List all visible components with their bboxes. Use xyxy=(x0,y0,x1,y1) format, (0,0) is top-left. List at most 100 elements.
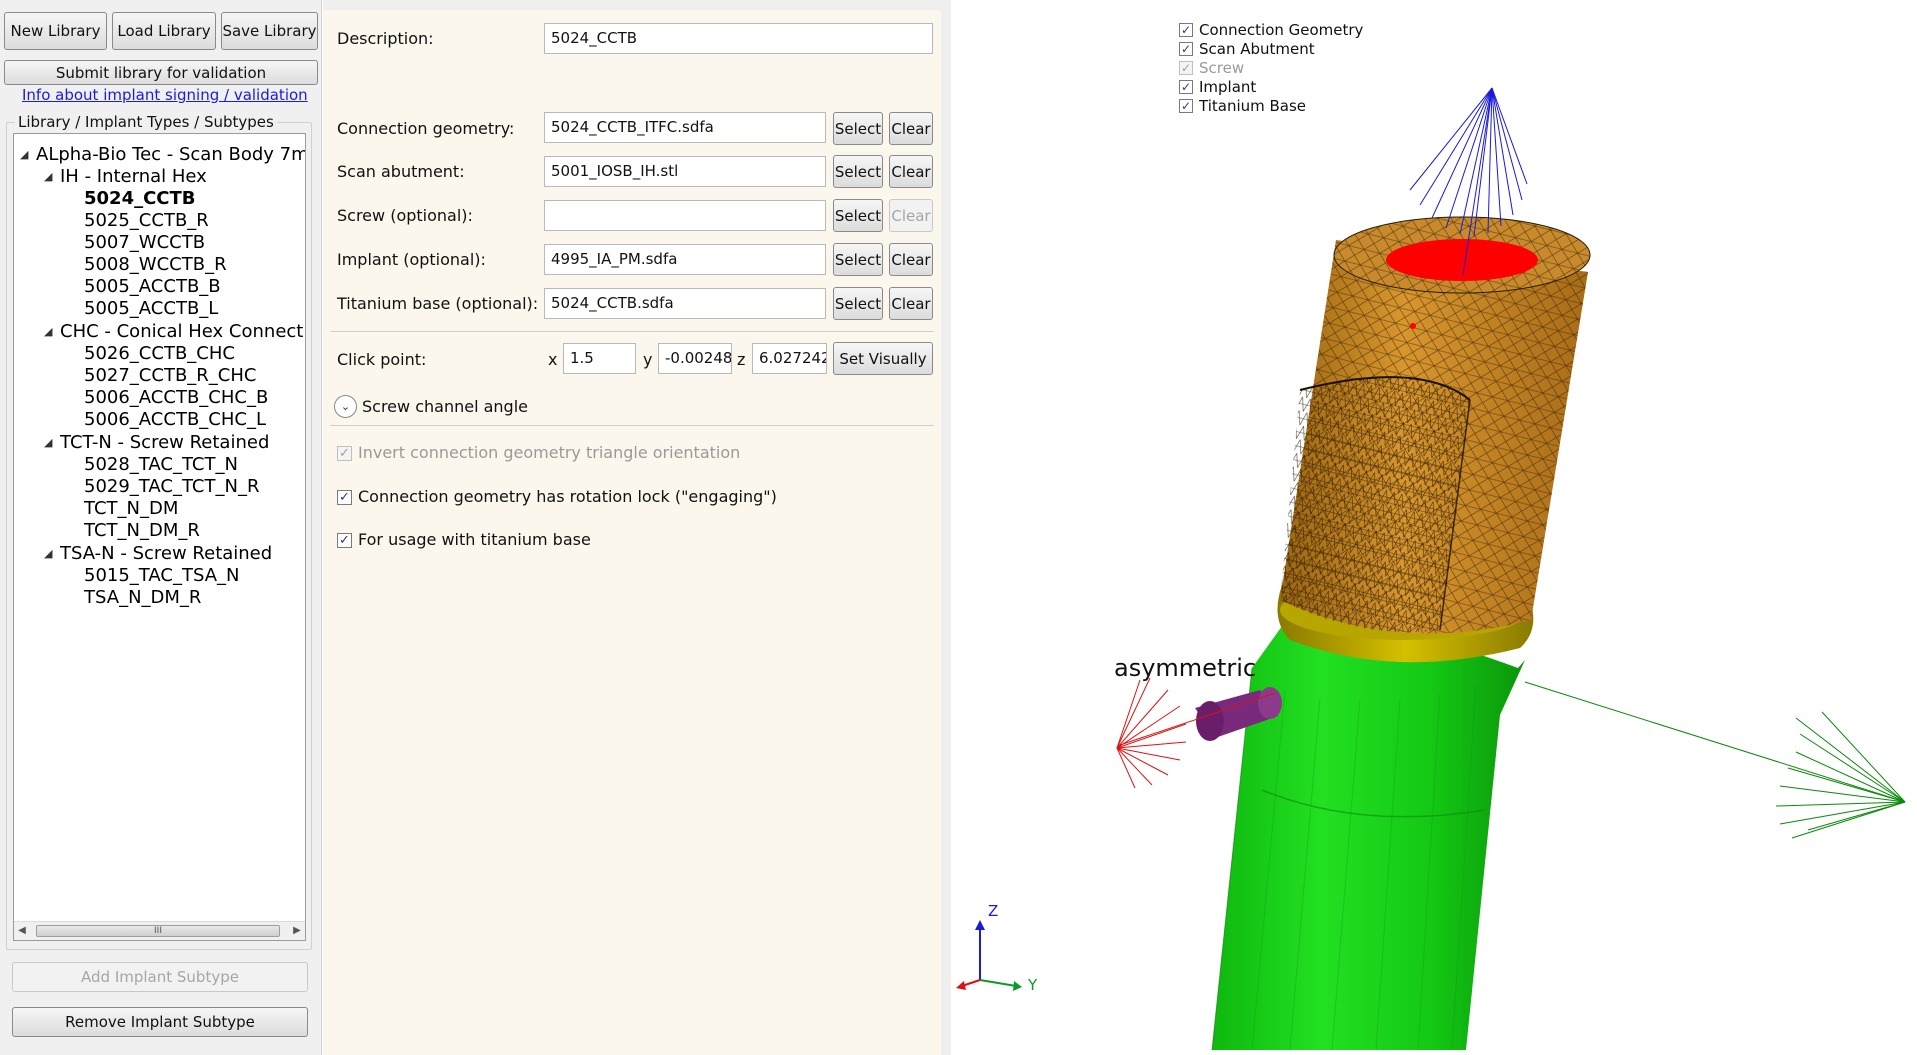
scan-abutment-field[interactable]: 5001_IOSB_IH.stl xyxy=(544,156,826,187)
remove-implant-subtype-button[interactable]: Remove Implant Subtype xyxy=(12,1007,308,1037)
new-library-button[interactable]: New Library xyxy=(4,12,107,50)
green-direction-fan xyxy=(1775,711,1906,839)
visibility-label: Titanium Base xyxy=(1199,97,1307,115)
z-axis-label: Z xyxy=(988,902,998,920)
connection-geometry-select-button[interactable]: Select xyxy=(833,112,883,145)
connection-geometry-clear-button[interactable]: Clear xyxy=(889,112,933,145)
chevron-down-icon[interactable]: ⌄ xyxy=(334,395,357,418)
tree-subtype[interactable]: 5026_CCTB_CHC xyxy=(84,343,235,365)
tree-subtype[interactable]: 5007_WCCTB xyxy=(84,232,205,254)
screw-field[interactable] xyxy=(544,200,826,231)
visibility-label: Connection Geometry xyxy=(1199,21,1364,39)
collapse-icon[interactable]: ◢ xyxy=(44,543,56,565)
invert-orientation-checkbox[interactable]: ✓ xyxy=(337,446,352,461)
tree-type-chc[interactable]: CHC - Conical Hex Connection xyxy=(60,321,305,343)
panel-top-gap xyxy=(323,0,941,10)
rotation-lock-label: Connection geometry has rotation lock ("… xyxy=(358,487,777,506)
collapse-icon[interactable]: ◢ xyxy=(44,166,56,188)
implant-model[interactable] xyxy=(1211,619,1525,1051)
screw-clear-button[interactable]: Clear xyxy=(889,199,933,232)
add-implant-subtype-button[interactable]: Add Implant Subtype xyxy=(12,962,308,992)
set-visually-button[interactable]: Set Visually xyxy=(833,342,933,375)
titanium-base-clear-button[interactable]: Clear xyxy=(889,287,933,320)
scan-abutment-select-button[interactable]: Select xyxy=(833,155,883,188)
visibility-checkbox[interactable]: ✓ xyxy=(1179,61,1193,75)
scan-abutment-clear-button[interactable]: Clear xyxy=(889,155,933,188)
titanium-base-field[interactable]: 5024_CCTB.sdfa xyxy=(544,288,826,319)
rotation-lock-checkbox[interactable]: ✓ xyxy=(337,490,352,505)
titanium-base-usage-label: For usage with titanium base xyxy=(358,530,591,549)
titanium-base-select-button[interactable]: Select xyxy=(833,287,883,320)
tree-subtype[interactable]: TSA_N_DM_R xyxy=(84,587,201,609)
description-label: Description: xyxy=(337,29,434,48)
info-signing-link[interactable]: Info about implant signing / validation xyxy=(22,86,308,104)
scroll-left-icon[interactable]: ◀ xyxy=(14,922,30,940)
tree-subtype[interactable]: 5008_WCCTB_R xyxy=(84,254,227,276)
tree-subtype[interactable]: TCT_N_DM xyxy=(84,498,178,520)
implant-select-button[interactable]: Select xyxy=(833,243,883,276)
visibility-label: Screw xyxy=(1199,59,1245,77)
red-direction-fan xyxy=(1116,677,1187,789)
visibility-checkbox[interactable]: ✓ xyxy=(1179,80,1193,94)
tree-subtype[interactable]: 5006_ACCTB_CHC_B xyxy=(84,387,268,409)
implant-clear-button[interactable]: Clear xyxy=(889,243,933,276)
titanium-base-label: Titanium base (optional): xyxy=(337,294,539,313)
tree-horizontal-scrollbar[interactable]: ◀ III ▶ xyxy=(14,921,305,940)
tree-subtype[interactable]: 5025_CCTB_R xyxy=(84,210,209,232)
library-tree[interactable]: ◢ ALpha-Bio Tec - Scan Body 7mm ◢ IH - I… xyxy=(13,133,306,941)
tree-subtype[interactable]: 5027_CCTB_R_CHC xyxy=(84,365,256,387)
tree-subtype[interactable]: 5028_TAC_TCT_N xyxy=(84,454,238,476)
screw-channel-angle-expander[interactable]: Screw channel angle xyxy=(362,397,528,416)
implant-label: Implant (optional): xyxy=(337,250,486,269)
x-label: x xyxy=(548,350,558,369)
connection-geometry-model[interactable] xyxy=(1386,239,1538,281)
click-point-y-field[interactable]: -0.00248 xyxy=(658,343,732,374)
tree-subtype[interactable]: TCT_N_DM_R xyxy=(84,520,200,542)
z-label: z xyxy=(737,350,746,369)
submit-library-button[interactable]: Submit library for validation xyxy=(4,60,318,85)
tree-subtype[interactable]: 5005_ACCTB_L xyxy=(84,298,218,320)
description-field[interactable]: 5024_CCTB xyxy=(544,23,933,54)
tree-type-tsa-n[interactable]: TSA-N - Screw Retained xyxy=(60,543,272,565)
tree-subtype[interactable]: 5006_ACCTB_CHC_L xyxy=(84,409,266,431)
library-panel: New Library Load Library Save Library Su… xyxy=(0,0,322,1055)
collapse-icon[interactable]: ◢ xyxy=(44,321,56,343)
tree-subtype[interactable]: 5015_TAC_TSA_N xyxy=(84,565,240,587)
tree-type-tct-n[interactable]: TCT-N - Screw Retained xyxy=(60,432,269,454)
y-label: y xyxy=(643,350,653,369)
click-point-label: Click point: xyxy=(337,350,427,369)
axis-triad xyxy=(956,920,1022,991)
tree-subtype[interactable]: 5029_TAC_TCT_N_R xyxy=(84,476,259,498)
asymmetric-annotation: asymmetric xyxy=(1114,654,1257,682)
collapse-icon[interactable]: ◢ xyxy=(20,144,32,166)
panel-splitter[interactable] xyxy=(941,0,951,1055)
collapse-icon[interactable]: ◢ xyxy=(44,432,56,454)
click-point-marker xyxy=(1410,323,1416,329)
click-point-z-field[interactable]: 6.027242 xyxy=(752,343,827,374)
connection-geometry-field[interactable]: 5024_CCTB_ITFC.sdfa xyxy=(544,112,826,143)
library-tree-group: Library / Implant Types / Subtypes ◢ ALp… xyxy=(6,113,312,950)
tree-subtype[interactable]: 5024_CCTB xyxy=(84,188,196,210)
visibility-label: Implant xyxy=(1199,78,1257,96)
click-point-x-field[interactable]: 1.5 xyxy=(563,343,636,374)
visibility-checkbox[interactable]: ✓ xyxy=(1179,23,1193,37)
tree-subtype[interactable]: 5005_ACCTB_B xyxy=(84,276,221,298)
tree-type-ih[interactable]: IH - Internal Hex xyxy=(60,166,207,188)
save-library-button[interactable]: Save Library xyxy=(221,12,318,50)
scan-abutment-label: Scan abutment: xyxy=(337,162,465,181)
3d-viewport[interactable]: Z Y ✓ Connection Geometry ✓ Scan Abutmen… xyxy=(951,0,1917,1055)
tree-root[interactable]: ALpha-Bio Tec - Scan Body 7mm xyxy=(36,144,305,166)
y-axis-label: Y xyxy=(1027,976,1038,994)
scroll-thumb[interactable]: III xyxy=(36,925,280,937)
titanium-base-usage-checkbox[interactable]: ✓ xyxy=(337,533,352,548)
visibility-checkbox[interactable]: ✓ xyxy=(1179,99,1193,113)
3d-scene[interactable]: Z Y xyxy=(951,0,1917,1055)
implant-field[interactable]: 4995_IA_PM.sdfa xyxy=(544,244,826,275)
invert-orientation-label: Invert connection geometry triangle orie… xyxy=(358,443,741,462)
green-axis-line xyxy=(1524,681,1906,803)
screw-select-button[interactable]: Select xyxy=(833,199,883,232)
visibility-checkbox[interactable]: ✓ xyxy=(1179,42,1193,56)
load-library-button[interactable]: Load Library xyxy=(112,12,216,50)
scroll-right-icon[interactable]: ▶ xyxy=(289,922,305,940)
section-divider xyxy=(330,425,934,426)
